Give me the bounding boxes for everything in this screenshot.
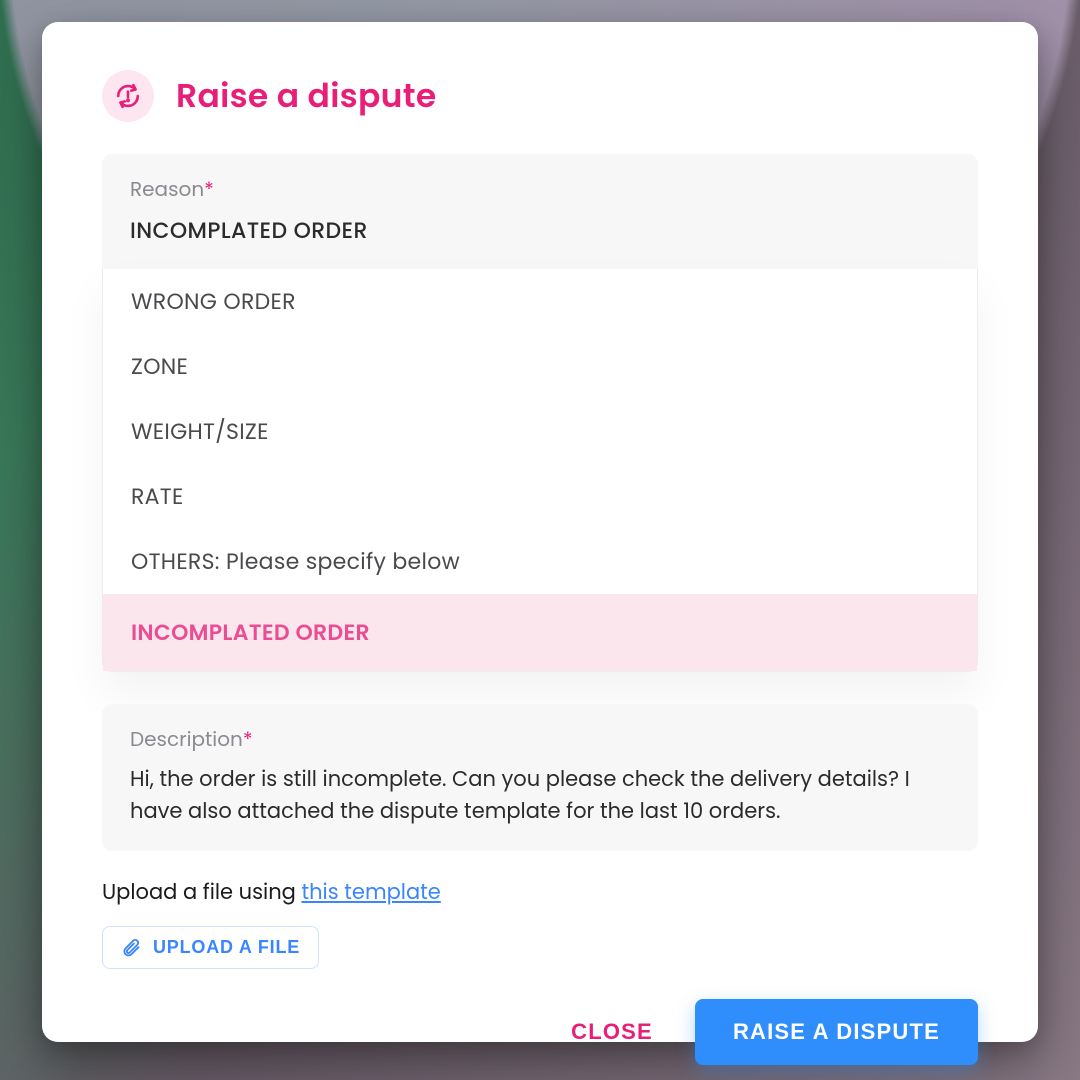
description-label: Description* bbox=[130, 724, 950, 754]
modal-header: Raise a dispute bbox=[102, 70, 978, 122]
reason-option[interactable]: WRONG ORDER bbox=[103, 269, 977, 334]
reason-label: Reason* bbox=[130, 174, 950, 204]
reason-selected-value: INCOMPLATED ORDER bbox=[130, 214, 950, 247]
template-link[interactable]: this template bbox=[301, 878, 440, 907]
dispute-icon bbox=[102, 70, 154, 122]
reason-option-selected[interactable]: INCOMPLATED ORDER bbox=[103, 594, 977, 671]
reason-field[interactable]: Reason* INCOMPLATED ORDER bbox=[102, 154, 978, 269]
close-button[interactable]: CLOSE bbox=[571, 1019, 653, 1045]
modal-actions: CLOSE RAISE A DISPUTE bbox=[102, 969, 978, 1065]
reason-option[interactable]: ZONE bbox=[103, 334, 977, 399]
reason-option[interactable]: RATE bbox=[103, 464, 977, 529]
raise-dispute-button[interactable]: RAISE A DISPUTE bbox=[695, 999, 978, 1065]
reason-option[interactable]: OTHERS: Please specify below bbox=[103, 529, 977, 594]
modal-title: Raise a dispute bbox=[176, 71, 437, 121]
description-field[interactable]: Description* Hi, the order is still inco… bbox=[102, 704, 978, 851]
upload-file-button[interactable]: UPLOAD A FILE bbox=[102, 926, 319, 969]
dispute-modal: Raise a dispute Reason* INCOMPLATED ORDE… bbox=[42, 22, 1038, 1042]
upload-hint: Upload a file using this template bbox=[102, 877, 978, 908]
description-text: Hi, the order is still incomplete. Can y… bbox=[130, 764, 950, 827]
reason-option[interactable]: WEIGHT/SIZE bbox=[103, 399, 977, 464]
paperclip-icon bbox=[121, 938, 141, 958]
reason-dropdown: WRONG ORDER ZONE WEIGHT/SIZE RATE OTHERS… bbox=[102, 269, 978, 672]
